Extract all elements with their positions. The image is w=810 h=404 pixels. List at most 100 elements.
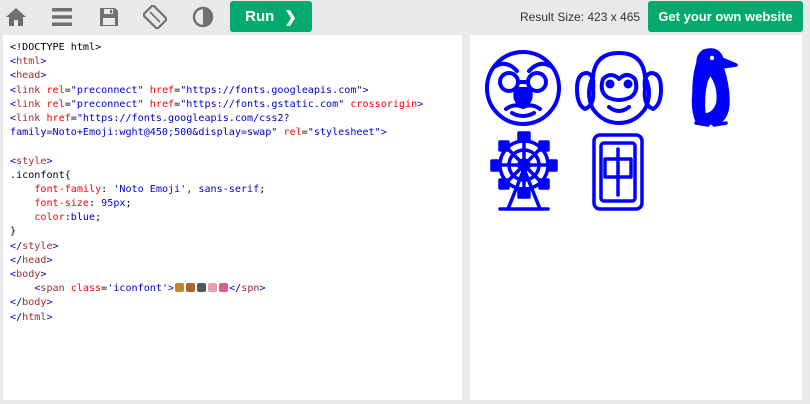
code-line[interactable]: </head> — [10, 254, 462, 268]
hear-no-evil-monkey-icon — [573, 49, 665, 127]
code-line[interactable]: <!DOCTYPE html> — [10, 41, 462, 55]
code-token: html — [22, 311, 47, 323]
code-token: href — [143, 98, 175, 110]
code-token: body — [22, 297, 47, 309]
code-line[interactable]: family=Noto+Emoji:wght@450;500&display=s… — [10, 126, 462, 140]
code-token: font-family — [34, 183, 102, 195]
code-line[interactable]: font-size: 95px; — [10, 197, 462, 211]
code-line[interactable]: <body> — [10, 268, 462, 282]
code-line[interactable]: <link rel="preconnect" href="https://fon… — [10, 84, 462, 98]
code-line[interactable]: <span class='iconfont'> </spn> — [10, 282, 462, 296]
code-token: blue — [70, 212, 96, 224]
code-token: </ — [10, 297, 23, 309]
code-token: > — [46, 254, 53, 266]
code-token: href — [40, 112, 71, 124]
code-token: "preconnect" — [70, 98, 144, 110]
code-token: link — [16, 112, 41, 124]
code-token: "preconnect" — [70, 84, 144, 96]
disguised-face-icon — [484, 49, 562, 127]
code-editor[interactable]: <!DOCTYPE html> <html> <head> <link rel="pr… — [3, 35, 462, 400]
code-token: style — [16, 155, 47, 167]
menu-icon[interactable] — [50, 5, 74, 29]
code-line[interactable]: <link href="https://fonts.googleapis.com… — [10, 112, 462, 126]
code-line[interactable]: <html> — [10, 55, 462, 69]
code-token: family=Noto+Emoji:wght@450;500&display=s… — [10, 127, 278, 139]
code-token: </ — [229, 283, 242, 295]
code-token: "https://fonts.googleapis.com/css2? — [76, 112, 290, 124]
code-line[interactable]: <link rel="preconnect" href="https://fon… — [10, 98, 462, 112]
code-token: head — [22, 254, 47, 266]
code-token: font-size — [34, 198, 90, 210]
result-size-label: Result Size: 423 x 465 — [520, 10, 641, 24]
chevron-right-icon: ❯ — [284, 8, 297, 26]
code-line[interactable]: </html> — [10, 311, 462, 325]
ferris-wheel-icon — [486, 131, 562, 213]
code-token: link — [16, 84, 41, 96]
code-token: > — [46, 311, 53, 323]
rotate-icon[interactable] — [143, 5, 167, 29]
code-token: 95px — [101, 198, 126, 210]
code-token: > — [259, 283, 266, 295]
code-token: > — [380, 127, 387, 139]
code-line[interactable]: </style> — [10, 240, 462, 254]
code-token: rel — [40, 84, 65, 96]
code-line[interactable]: } — [10, 225, 462, 239]
code-token: html — [16, 56, 41, 68]
code-token: ; — [125, 198, 132, 210]
code-token: span — [40, 283, 65, 295]
code-token: rel — [277, 127, 302, 139]
mahjong-red-dragon-icon — [590, 131, 646, 213]
code-content[interactable]: <!DOCTYPE html> <html> <head> <link rel="pr… — [10, 41, 462, 325]
inline-emoji-glyph — [186, 283, 196, 293]
code-line[interactable] — [10, 140, 462, 154]
code-token: style — [22, 240, 53, 252]
code-line[interactable]: </body> — [10, 296, 462, 310]
code-line[interactable]: color:blue; — [10, 211, 462, 225]
code-token: : — [101, 183, 114, 195]
code-token: link — [16, 98, 41, 110]
code-token: href — [143, 84, 175, 96]
code-token: body — [16, 269, 41, 280]
code-token: ; — [259, 183, 266, 195]
pane-splitter[interactable] — [462, 35, 470, 400]
code-token: .iconfont{ — [10, 169, 71, 181]
code-token: > — [40, 269, 47, 280]
code-token: > — [168, 283, 175, 295]
code-token: > — [52, 240, 59, 252]
code-token: > — [46, 155, 53, 167]
code-line[interactable]: .iconfont{ — [10, 169, 462, 183]
home-icon[interactable] — [4, 5, 28, 29]
code-token: </ — [10, 254, 23, 266]
inline-emoji-glyph — [208, 283, 218, 293]
code-token: 'iconfont' — [107, 283, 169, 295]
code-token: class — [64, 283, 102, 295]
code-token: </ — [10, 240, 23, 252]
result-pane — [470, 35, 802, 400]
code-line[interactable]: font-family: 'Noto Emoji', sans-serif; — [10, 183, 462, 197]
save-icon[interactable] — [97, 5, 121, 29]
code-token: spn — [241, 283, 260, 295]
code-token: color — [34, 212, 65, 224]
inline-emoji-glyph — [175, 283, 185, 293]
code-token: } — [10, 226, 17, 238]
theme-contrast-icon[interactable] — [191, 5, 215, 29]
run-label: Run — [245, 8, 275, 25]
code-token: > — [40, 70, 47, 82]
code-token: > — [46, 297, 53, 309]
inline-emoji-glyph — [197, 283, 207, 293]
code-token: "https://fonts.gstatic.com" — [180, 98, 345, 110]
code-token: crossorigin — [344, 98, 418, 110]
toolbar: Run ❯ Result Size: 423 x 465 Get your ow… — [0, 0, 810, 34]
code-token: <!DOCTYPE html> — [10, 42, 102, 53]
code-line[interactable]: <head> — [10, 69, 462, 83]
run-button[interactable]: Run ❯ — [230, 1, 312, 32]
code-token: > — [362, 84, 369, 96]
code-line[interactable]: <style> — [10, 155, 462, 169]
code-token: </ — [10, 311, 23, 323]
code-token: "stylesheet" — [307, 127, 381, 139]
get-own-website-button[interactable]: Get your own website — [648, 1, 803, 32]
